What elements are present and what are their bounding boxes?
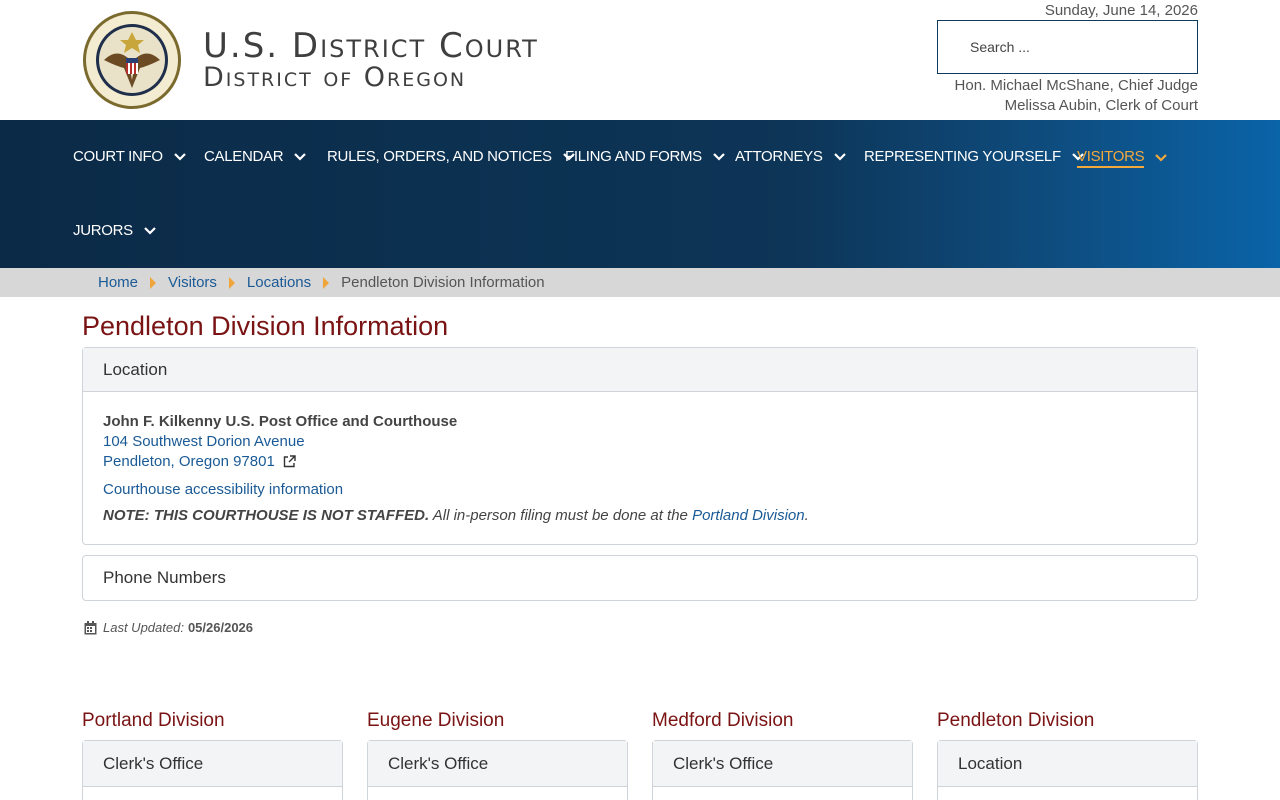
phone-numbers-header[interactable]: Phone Numbers <box>83 556 1197 600</box>
phone-numbers-card: Phone Numbers <box>82 555 1198 601</box>
breadcrumb-current: Pendleton Division Information <box>341 274 545 291</box>
location-card: Location John F. Kilkenny U.S. Post Offi… <box>82 347 1198 545</box>
last-updated-value: 05/26/2026 <box>187 620 254 635</box>
nav-attorneys[interactable]: ATTORNEYS <box>735 148 847 165</box>
breadcrumb-locations[interactable]: Locations <box>247 274 311 291</box>
division-card-header[interactable]: Clerk's Office <box>368 741 627 787</box>
chevron-down-icon <box>294 152 307 161</box>
breadcrumb-visitors[interactable]: Visitors <box>168 274 217 291</box>
nav-visitors[interactable]: VISITORS <box>1077 148 1168 168</box>
breadcrumb-home[interactable]: Home <box>98 274 138 291</box>
courthouse-name: John F. Kilkenny U.S. Post Office and Co… <box>103 413 458 430</box>
staffing-note: NOTE: THIS COURTHOUSE IS NOT STAFFED. Al… <box>103 506 1177 526</box>
nav-label: JURORS <box>73 222 133 239</box>
note-end: . <box>804 507 809 524</box>
caret-right-icon <box>228 276 235 289</box>
court-name: U.S. District Court <box>203 26 539 66</box>
division-card-header[interactable]: Location <box>938 741 1197 787</box>
nav-rules-orders-notices[interactable]: RULES, ORDERS, AND NOTICES <box>327 148 576 165</box>
nav-label: ATTORNEYS <box>735 148 823 165</box>
division-eugene: Eugene Division Clerk's Office <box>367 710 628 800</box>
division-medford: Medford Division Clerk's Office <box>652 710 913 800</box>
caret-right-icon <box>323 276 330 289</box>
last-updated-label: Last Updated: <box>103 620 184 635</box>
division-card: Location <box>937 740 1198 800</box>
nav-label: VISITORS <box>1077 148 1145 168</box>
search-input[interactable] <box>938 21 1197 73</box>
note-bold: NOTE: THIS COURTHOUSE IS NOT STAFFED. <box>103 507 430 524</box>
nav-jurors[interactable]: JURORS <box>73 222 157 239</box>
division-card: Clerk's Office <box>82 740 343 800</box>
nav-filing-forms[interactable]: FILING AND FORMS <box>565 148 726 165</box>
court-officials: Hon. Michael McShane, Chief Judge Meliss… <box>955 76 1198 116</box>
court-seal-icon[interactable] <box>82 10 182 110</box>
chief-judge: Hon. Michael McShane, Chief Judge <box>954 77 1198 94</box>
division-card-header[interactable]: Clerk's Office <box>653 741 912 787</box>
nav-label: COURT INFO <box>73 148 163 165</box>
caret-right-icon <box>150 276 157 289</box>
chevron-down-icon <box>833 152 846 161</box>
division-title: Portland Division <box>82 710 225 731</box>
district-name: District of Oregon <box>203 62 467 93</box>
site-brand[interactable]: U.S. District Court District of Oregon <box>203 28 539 92</box>
current-date: Sunday, June 14, 2026 <box>1044 2 1198 19</box>
note-text: All in-person filing must be done at the <box>429 507 693 524</box>
chevron-down-icon <box>144 226 156 235</box>
division-pendleton: Pendleton Division Location <box>937 710 1198 800</box>
nav-calendar[interactable]: CALENDAR <box>204 148 307 165</box>
nav-representing-yourself[interactable]: REPRESENTING YOURSELF <box>864 148 1085 165</box>
main-nav: COURT INFO CALENDAR RULES, ORDERS, AND N… <box>0 120 1280 268</box>
address-line2-link[interactable]: Pendleton, Oregon 97801 <box>103 453 275 470</box>
chevron-down-icon <box>713 152 725 161</box>
search-box <box>937 20 1198 74</box>
nav-label: RULES, ORDERS, AND NOTICES <box>327 148 552 165</box>
calendar-icon <box>84 620 97 634</box>
nav-court-info[interactable]: COURT INFO <box>73 148 187 165</box>
nav-label: CALENDAR <box>204 148 284 165</box>
nav-label: FILING AND FORMS <box>565 148 702 165</box>
site-header: U.S. District Court District of Oregon S… <box>0 0 1280 120</box>
division-card: Clerk's Office <box>367 740 628 800</box>
division-portland: Portland Division Clerk's Office <box>82 710 343 800</box>
breadcrumb: Home Visitors Locations Pendleton Divisi… <box>0 268 1280 297</box>
portland-division-link[interactable]: Portland Division <box>692 507 805 524</box>
division-card-header[interactable]: Clerk's Office <box>83 741 342 787</box>
last-updated: Last Updated: 05/26/2026 <box>84 620 253 635</box>
division-title: Medford Division <box>652 710 794 731</box>
location-card-header[interactable]: Location <box>83 348 1197 392</box>
location-card-body: John F. Kilkenny U.S. Post Office and Co… <box>83 392 1197 544</box>
chevron-down-icon <box>1155 154 1168 162</box>
page-title: Pendleton Division Information <box>82 311 449 341</box>
nav-label: REPRESENTING YOURSELF <box>864 148 1061 165</box>
address-line1-link[interactable]: 104 Southwest Dorion Avenue <box>103 433 305 450</box>
chevron-down-icon <box>174 152 186 161</box>
clerk-of-court: Melissa Aubin, Clerk of Court <box>1004 97 1198 114</box>
division-card: Clerk's Office <box>652 740 913 800</box>
division-title: Pendleton Division <box>937 710 1095 731</box>
division-title: Eugene Division <box>367 710 505 731</box>
external-link-icon[interactable] <box>283 455 296 468</box>
accessibility-info-link[interactable]: Courthouse accessibility information <box>103 481 343 498</box>
